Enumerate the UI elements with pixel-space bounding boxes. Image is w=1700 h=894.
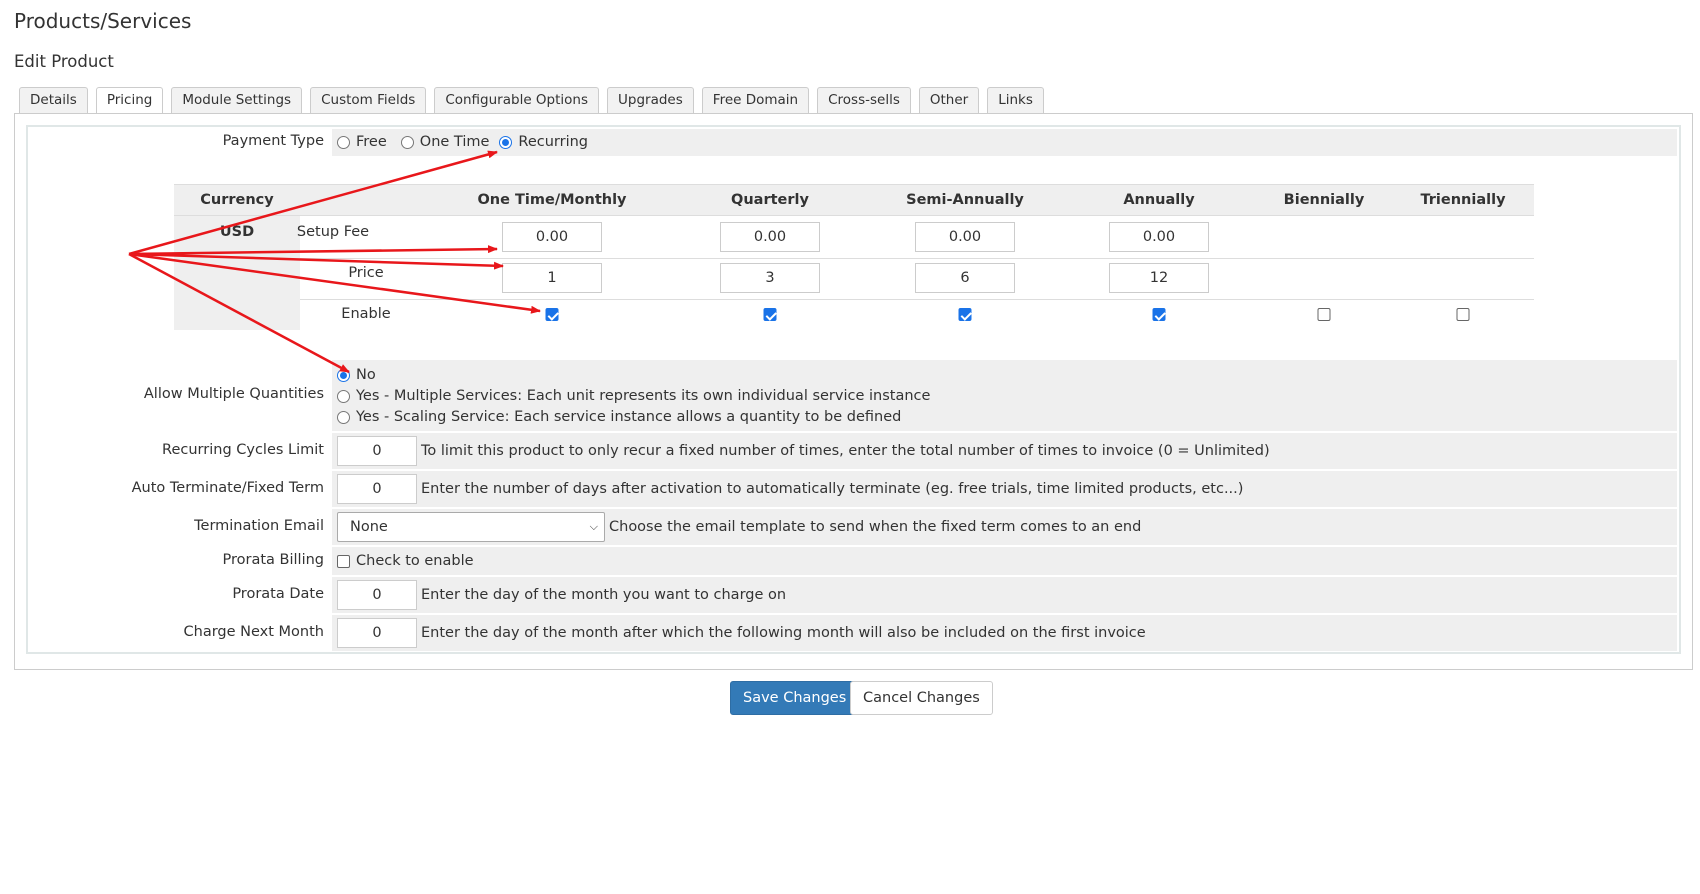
setup-fee-monthly-input[interactable]: 0.00 [502,222,602,252]
header-one-time-monthly: One Time/Monthly [477,192,627,208]
amq-no-radio[interactable] [337,368,350,382]
price-label: Price [348,265,384,281]
prorata-billing-field: Check to enable [337,551,474,571]
tab-links[interactable]: Links [987,87,1044,113]
prorata-billing-label: Prorata Billing [222,552,325,568]
prorata-date-input[interactable]: 0 [337,580,417,610]
tab-configurable-options[interactable]: Configurable Options [434,87,600,113]
enable-semi-annually-checkbox[interactable] [958,308,972,321]
header-semi-annually: Semi-Annually [906,192,1024,208]
header-currency: Currency [200,192,274,208]
row-divider [300,258,1534,259]
payment-type-free-label: Free [356,134,387,150]
page-title: Products/Services [14,9,192,33]
payment-type-onetime-radio[interactable] [400,135,414,149]
charge-next-month-input[interactable]: 0 [337,618,417,648]
enable-annually-checkbox[interactable] [1152,308,1166,321]
charge-next-month-help: Enter the day of the month after which t… [421,625,1146,641]
recurring-cycles-limit-field: 0 To limit this product to only recur a … [337,436,1270,466]
prorata-billing-row [332,547,1677,575]
recurring-cycles-limit-help: To limit this product to only recur a fi… [421,443,1270,459]
payment-type-options: Free One Time Recurring [337,132,588,152]
tab-upgrades[interactable]: Upgrades [607,87,694,113]
header-triennially: Triennially [1420,192,1506,208]
payment-type-recurring-label: Recurring [518,134,589,150]
amq-option-no: No [337,365,376,385]
pricing-table: Currency One Time/Monthly Quarterly Semi… [174,184,1534,330]
tab-details[interactable]: Details [19,87,88,113]
payment-type-free-radio[interactable] [337,135,350,149]
prorata-billing-checkbox-label: Check to enable [356,553,474,569]
tab-other[interactable]: Other [918,87,980,113]
termination-email-value: None [350,519,388,535]
tab-free-domain[interactable]: Free Domain [701,87,810,113]
price-annually-input[interactable]: 12 [1109,263,1209,293]
charge-next-month-field: 0 Enter the day of the month after which… [337,618,1146,648]
amq-scaling-service-radio[interactable] [337,410,350,424]
prorata-date-label: Prorata Date [232,586,324,602]
chevron-down-icon: ⌵ [589,520,598,533]
amq-option-multiple: Yes - Multiple Services: Each unit repre… [337,386,930,406]
charge-next-month-label: Charge Next Month [183,624,324,640]
allow-multiple-quantities-label: Allow Multiple Quantities [143,386,324,402]
payment-type-recurring-radio[interactable] [499,135,513,149]
recurring-cycles-limit-input[interactable]: 0 [337,436,417,466]
prorata-date-field: 0 Enter the day of the month you want to… [337,580,786,610]
tab-cross-sells[interactable]: Cross-sells [817,87,911,113]
header-annually: Annually [1123,192,1195,208]
auto-terminate-field: 0 Enter the number of days after activat… [337,474,1243,504]
tab-custom-fields[interactable]: Custom Fields [310,87,427,113]
termination-email-help: Choose the email template to send when t… [609,519,1142,535]
auto-terminate-help: Enter the number of days after activatio… [421,481,1244,497]
termination-email-field: None ⌵ Choose the email template to send… [337,512,1141,542]
auto-terminate-label: Auto Terminate/Fixed Term [131,480,324,496]
enable-label: Enable [341,306,391,322]
enable-quarterly-checkbox[interactable] [763,308,777,321]
tab-pricing[interactable]: Pricing [95,87,164,114]
payment-type-onetime-label: One Time [419,134,490,150]
amq-multiple-services-label: Yes - Multiple Services: Each unit repre… [356,388,931,404]
currency-code: USD [219,224,255,240]
payment-type-label: Payment Type [222,133,324,149]
prorata-billing-checkbox[interactable] [337,554,350,568]
amq-scaling-service-label: Yes - Scaling Service: Each service inst… [356,409,902,425]
price-monthly-input[interactable]: 1 [502,263,602,293]
tab-bar: Details Pricing Module Settings Custom F… [19,87,1044,114]
header-quarterly: Quarterly [731,192,809,208]
setup-fee-quarterly-input[interactable]: 0.00 [720,222,820,252]
header-biennially: Biennially [1283,192,1365,208]
termination-email-select[interactable]: None ⌵ [337,512,605,542]
row-divider [300,299,1534,300]
enable-monthly-checkbox[interactable] [545,308,559,321]
enable-triennially-checkbox[interactable] [1456,308,1470,321]
amq-no-label: No [356,367,376,383]
prorata-date-help: Enter the day of the month you want to c… [421,587,787,603]
tab-module-settings[interactable]: Module Settings [171,87,303,113]
price-semi-annually-input[interactable]: 6 [915,263,1015,293]
termination-email-label: Termination Email [194,518,324,534]
price-quarterly-input[interactable]: 3 [720,263,820,293]
setup-fee-annually-input[interactable]: 0.00 [1109,222,1209,252]
setup-fee-label: Setup Fee [296,224,370,240]
amq-option-scaling: Yes - Scaling Service: Each service inst… [337,407,901,427]
recurring-cycles-limit-label: Recurring Cycles Limit [162,442,324,458]
amq-multiple-services-radio[interactable] [337,389,350,403]
auto-terminate-input[interactable]: 0 [337,474,417,504]
enable-biennially-checkbox[interactable] [1317,308,1331,321]
page-subtitle: Edit Product [14,52,114,71]
cancel-changes-button[interactable]: Cancel Changes [850,681,993,715]
save-changes-button[interactable]: Save Changes [730,681,860,715]
setup-fee-semi-annually-input[interactable]: 0.00 [915,222,1015,252]
